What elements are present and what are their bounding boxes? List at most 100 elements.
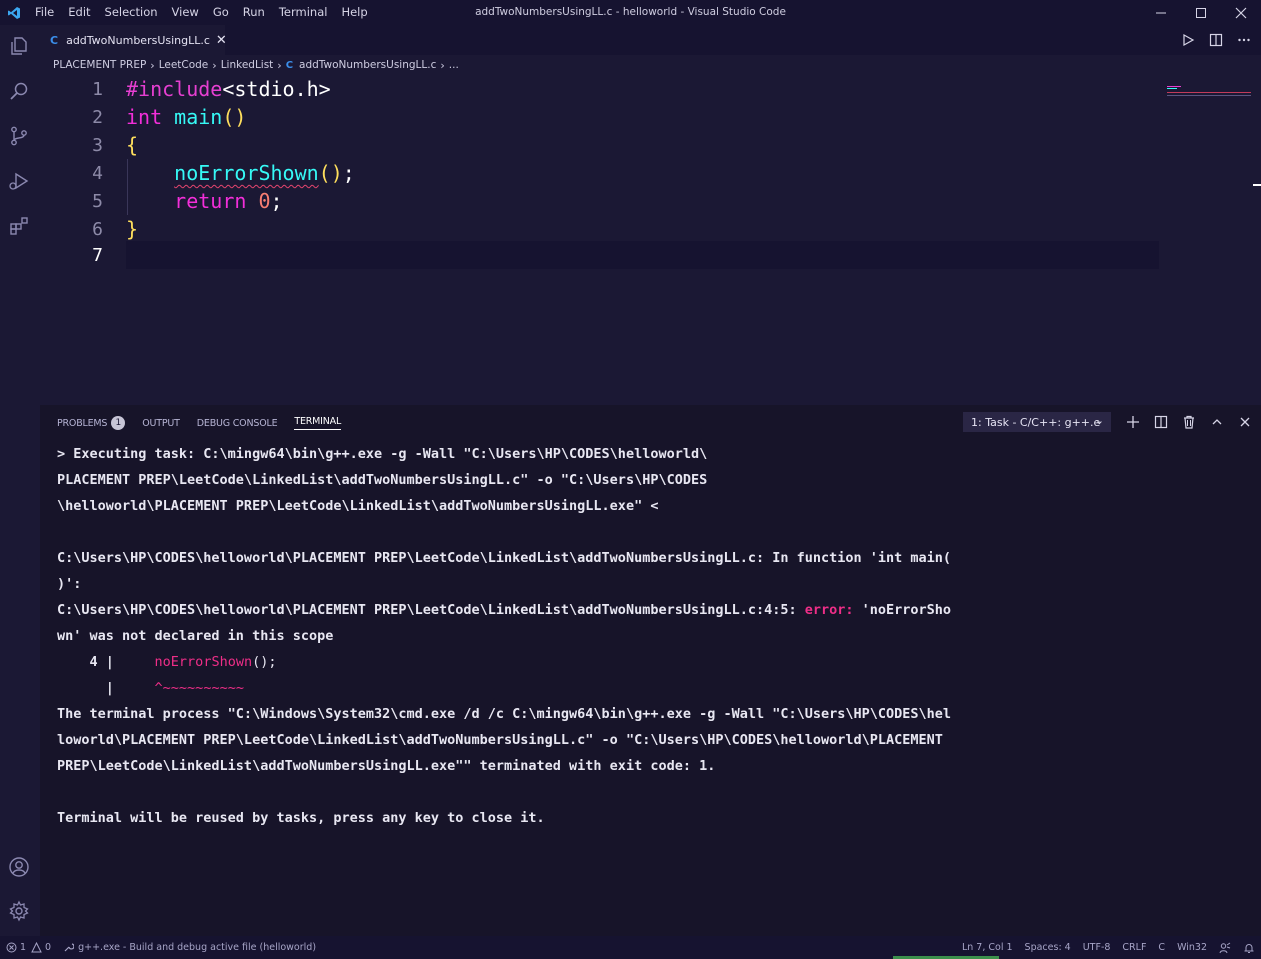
new-terminal-button[interactable] <box>1122 412 1143 432</box>
terminal-line: )': <box>57 576 82 592</box>
source-control-icon[interactable] <box>6 123 32 149</box>
platform-status[interactable]: Win32 <box>1171 942 1213 953</box>
chevron-right-icon: › <box>212 58 217 72</box>
code-text: #include<stdio.h> <box>126 77 331 101</box>
code-editor[interactable]: 1 #include<stdio.h> 2 int main() 3 { 4 n… <box>40 75 1261 405</box>
tab-debug-console[interactable]: DEBUG CONSOLE <box>197 418 278 429</box>
tab-output[interactable]: OUTPUT <box>142 418 180 429</box>
menu-help[interactable]: Help <box>334 0 374 25</box>
explorer-icon[interactable] <box>6 33 32 59</box>
token-semicolon: ; <box>270 189 283 213</box>
menu-selection[interactable]: Selection <box>98 0 165 25</box>
tab-label: addTwoNumbersUsingLL.c <box>66 33 210 47</box>
run-debug-icon[interactable] <box>6 168 32 194</box>
notifications-bell-icon[interactable] <box>1237 942 1261 954</box>
problems-status[interactable]: 1 0 <box>0 942 57 953</box>
panel-tabs: PROBLEMS 1 OUTPUT DEBUG CONSOLE TERMINAL <box>57 415 358 431</box>
menu-file[interactable]: File <box>28 0 61 25</box>
token-header: <stdio.h> <box>222 77 331 101</box>
task-status[interactable]: g++.exe - Build and debug active file (h… <box>57 942 322 953</box>
editor-tab-bar: C addTwoNumbersUsingLL.c ✕ <box>40 25 1261 55</box>
minimap[interactable] <box>1167 81 1251 96</box>
breadcrumb-file[interactable]: addTwoNumbersUsingLL.c <box>299 59 436 71</box>
line-number: 1 <box>92 78 103 100</box>
menu-run[interactable]: Run <box>236 0 272 25</box>
breadcrumb-item[interactable]: LinkedList <box>221 59 274 71</box>
menu-edit[interactable]: Edit <box>61 0 97 25</box>
code-text: return 0; <box>126 189 283 213</box>
breadcrumb-item[interactable]: LeetCode <box>159 59 209 71</box>
menu-view[interactable]: View <box>165 0 206 25</box>
editor-actions <box>1179 25 1253 55</box>
tab-terminal[interactable]: TERMINAL <box>294 416 341 430</box>
close-icon <box>1240 417 1249 427</box>
plus-icon <box>1126 416 1139 428</box>
terminal-source-gutter: | <box>57 680 155 696</box>
line-number: 5 <box>92 190 103 212</box>
more-actions-button[interactable] <box>1235 31 1253 49</box>
title-bar: File Edit Selection View Go Run Terminal… <box>0 0 1261 25</box>
token-function-error[interactable]: noErrorShown <box>174 161 319 185</box>
split-terminal-button[interactable] <box>1150 412 1171 432</box>
terminal-task-select[interactable]: 1: Task - C/C++: g++.e ⌄ <box>963 412 1111 432</box>
eol-status[interactable]: CRLF <box>1116 942 1152 953</box>
chevron-right-icon: › <box>150 58 155 72</box>
token-preprocessor: #include <box>126 77 223 101</box>
cursor-position[interactable]: Ln 7, Col 1 <box>956 942 1019 953</box>
extensions-icon[interactable] <box>6 213 32 239</box>
token-brace: } <box>126 217 139 241</box>
indentation-status[interactable]: Spaces: 4 <box>1019 942 1077 953</box>
terminal-line: PLACEMENT PREP\LeetCode\LinkedList\addTw… <box>57 472 708 488</box>
run-code-button[interactable] <box>1179 31 1197 49</box>
code-text: int main() <box>126 105 246 129</box>
maximize-panel-button[interactable] <box>1206 412 1227 432</box>
warning-icon <box>31 942 42 953</box>
code-line: 5 return 0; <box>40 187 1160 215</box>
menu-bar: File Edit Selection View Go Run Terminal… <box>28 0 375 25</box>
terminal-line: | ^~~~~~~~~~~ <box>57 675 957 701</box>
window-controls <box>1141 0 1261 25</box>
ellipsis-icon <box>1238 38 1250 42</box>
error-icon <box>6 942 17 953</box>
language-mode[interactable]: C <box>1152 942 1171 953</box>
code-line: 4 noErrorShown(); <box>40 159 1160 187</box>
terminal-error-carets: ^~~~~~~~~~~ <box>154 680 244 696</box>
breadcrumb-ellipsis[interactable]: ... <box>449 59 459 71</box>
vscode-logo-icon <box>0 0 28 25</box>
close-panel-button[interactable] <box>1234 412 1255 432</box>
account-icon[interactable] <box>6 854 32 880</box>
minimize-icon <box>1156 12 1166 13</box>
terminal-output[interactable]: > Executing task: C:\mingw64\bin\g++.exe… <box>57 441 957 831</box>
feedback-icon[interactable] <box>1213 942 1237 954</box>
close-window-button[interactable] <box>1221 0 1261 25</box>
split-terminal-icon <box>1154 415 1167 429</box>
search-icon[interactable] <box>6 78 32 104</box>
warning-count: 0 <box>45 942 52 953</box>
c-file-icon: C <box>285 59 294 71</box>
trash-icon <box>1183 415 1194 429</box>
breadcrumb: PLACEMENT PREP › LeetCode › LinkedList ›… <box>53 57 459 73</box>
settings-gear-icon[interactable] <box>6 898 32 924</box>
activity-bar <box>0 25 40 936</box>
encoding-status[interactable]: UTF-8 <box>1077 942 1117 953</box>
tab-addtwonumbers[interactable]: C addTwoNumbersUsingLL.c ✕ <box>40 25 227 55</box>
tools-icon <box>64 943 75 952</box>
kill-terminal-button[interactable] <box>1178 412 1199 432</box>
breadcrumb-item[interactable]: PLACEMENT PREP <box>53 59 146 71</box>
problems-count-badge: 1 <box>111 416 126 430</box>
minimize-button[interactable] <box>1141 0 1181 25</box>
maximize-button[interactable] <box>1181 0 1221 25</box>
status-bar: 1 0 g++.exe - Build and debug active fil… <box>0 936 1261 959</box>
line-number: 6 <box>92 218 103 240</box>
tab-close-icon[interactable]: ✕ <box>216 33 227 48</box>
menu-go[interactable]: Go <box>206 0 236 25</box>
split-editor-button[interactable] <box>1207 31 1225 49</box>
error-count: 1 <box>20 942 27 953</box>
token-paren: () <box>222 105 247 129</box>
line-number: 7 <box>92 244 103 266</box>
chevron-right-icon: › <box>440 58 445 72</box>
tab-problems[interactable]: PROBLEMS 1 <box>57 416 126 430</box>
menu-terminal[interactable]: Terminal <box>272 0 335 25</box>
